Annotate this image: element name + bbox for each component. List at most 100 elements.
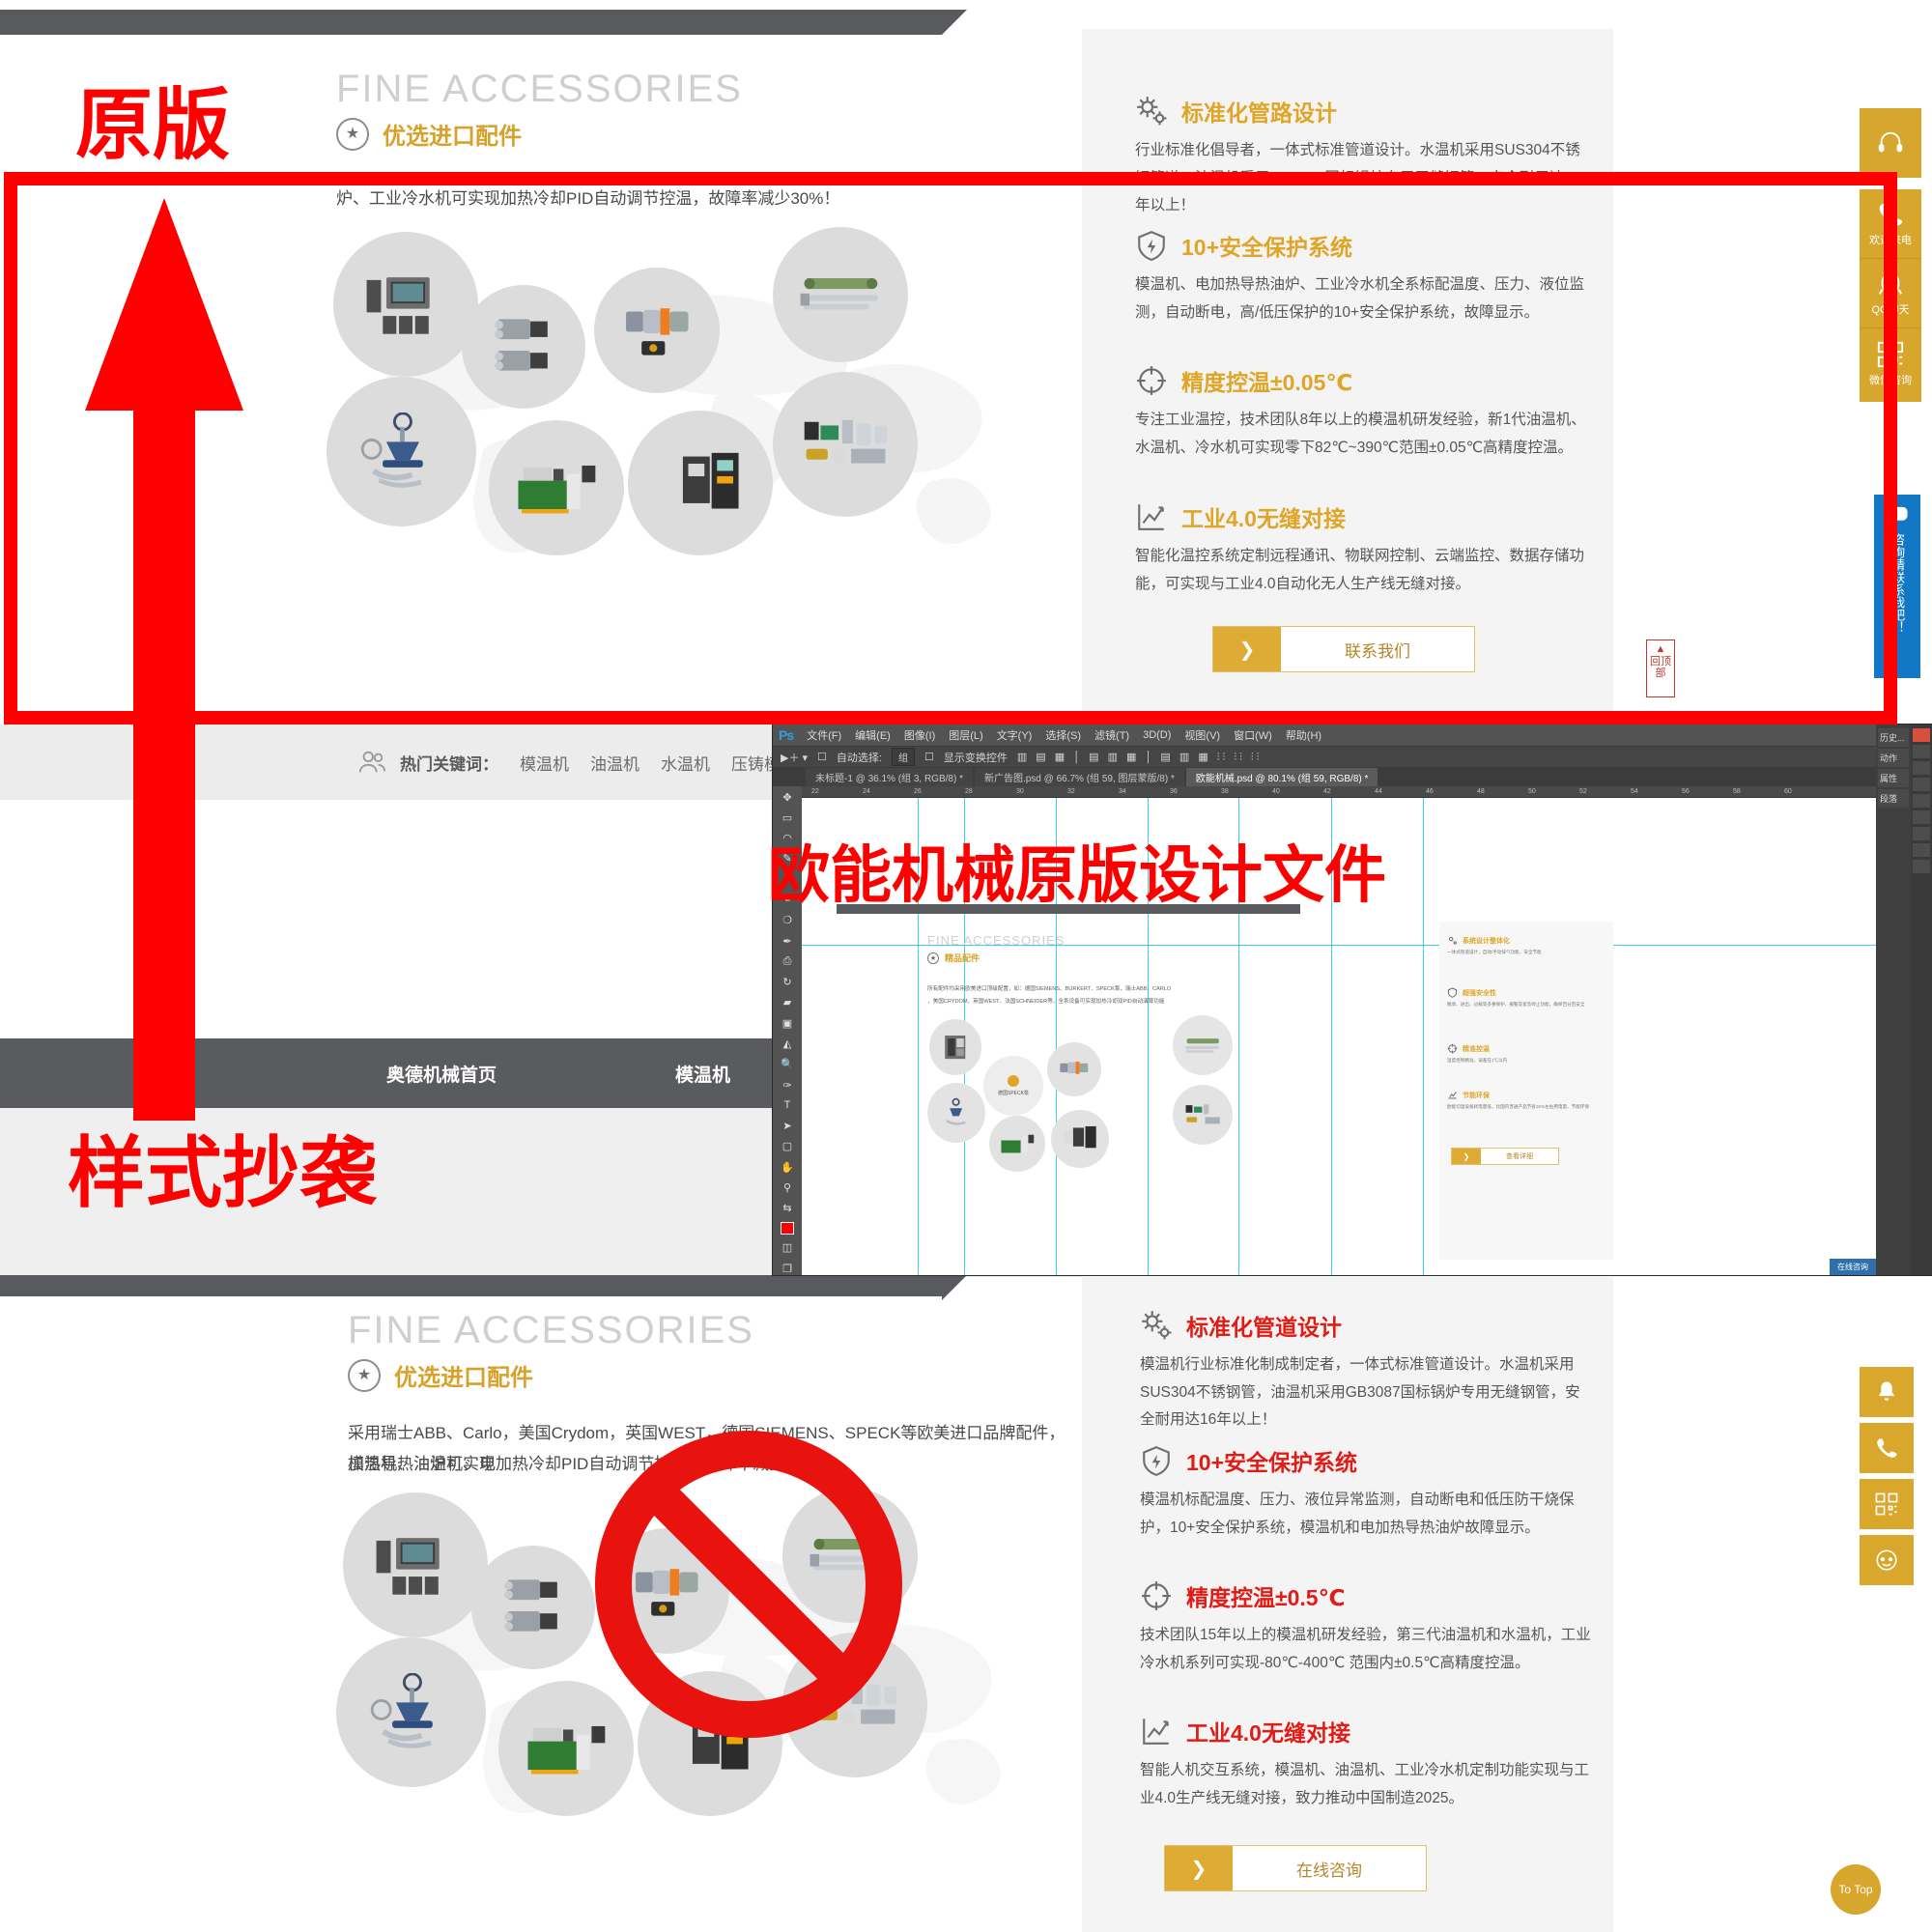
zoom-tool-icon[interactable]: ⚲ [779,1180,796,1194]
rail-swatch-6[interactable] [1913,810,1930,824]
show-transform-checkbox[interactable]: ☐ [924,751,934,763]
keyword-0[interactable]: 模温机 [520,751,569,775]
bottom-cta-arrow-icon: ❯ [1165,1846,1233,1890]
bottom-feature-1[interactable]: 标准化管道设计 模温机行业标准化制成制定者，一体式标准管道设计。水温机采用SUS… [1140,1309,1594,1435]
float-item-headset[interactable] [1860,108,1921,178]
keyword-2[interactable]: 水温机 [661,751,710,775]
psd-feature-2: 超强安全性 粮承、进出、过载等多重保护、报警及紧急停止功能，确保百分百安全 [1447,987,1611,1009]
doc-tab-1[interactable]: 新广告图.psd @ 66.7% (组 59, 图层蒙版/8) * [974,768,1184,786]
brush-tool-icon[interactable]: ✒ [779,934,796,948]
menu-3d[interactable]: 3D(D) [1143,729,1171,741]
rail-swatch-8[interactable] [1913,843,1930,857]
menu-select[interactable]: 选择(S) [1045,727,1081,743]
foreground-color-swatch[interactable] [781,1221,794,1235]
ruler-tick-9: 40 [1272,788,1280,795]
bottom-feature-3[interactable]: 精度控温±0.5℃ 技术团队15年以上的模温机研发经验，第三代油温机和水温机，工… [1140,1579,1594,1677]
rail-swatch-9[interactable] [1913,860,1930,873]
photoshop-window[interactable]: Ps 文件(F) 编辑(E) 图像(I) 图层(L) 文字(Y) 选择(S) 滤… [773,724,1932,1275]
menu-type[interactable]: 文字(Y) [997,727,1033,743]
shape-tool-icon[interactable]: ▢ [779,1140,796,1153]
bottom-feature-4[interactable]: 工业4.0无缝对接 智能人机交互系统，模温机、油温机、工业冷水机定制功能实现与工… [1140,1715,1594,1812]
history-brush-tool-icon[interactable]: ↻ [779,976,796,989]
float-qrcode-button[interactable] [1860,1479,1914,1529]
float-phone-button[interactable] [1860,1423,1914,1473]
eraser-tool-icon[interactable]: ▰ [779,996,796,1009]
hot-keywords-label: 热门关键词： [400,754,498,774]
nav-item-home[interactable]: 奥德机械首页 [386,1061,497,1087]
to-top-round-button[interactable]: To Top [1831,1864,1881,1915]
menu-layer[interactable]: 图层(L) [949,727,982,743]
menu-edit[interactable]: 编辑(E) [855,727,891,743]
float-bell-button[interactable] [1860,1367,1914,1417]
blur-tool-icon[interactable]: ◭ [779,1037,796,1050]
psd-bubble-circuit [989,1116,1045,1172]
dodge-tool-icon[interactable]: 🔍 [779,1058,796,1071]
menu-image[interactable]: 图像(I) [904,727,935,743]
photoshop-panel-rail[interactable] [1911,724,1932,1275]
bottom-star-icon: ★ [348,1358,381,1392]
rail-swatch-7[interactable] [1913,827,1930,840]
pen-tool-icon[interactable]: ✑ [779,1078,796,1092]
ruler-tick-7: 36 [1170,788,1178,795]
auto-select-value[interactable]: 组 [891,748,915,766]
photoshop-document-tabs[interactable]: 未标题-1 @ 36.1% (组 3, RGB/8) * 新广告图.psd @ … [773,767,1932,786]
screen-mode-icon[interactable]: ❐ [779,1262,796,1275]
quick-mask-icon[interactable]: ◫ [779,1241,796,1255]
hand-tool-icon[interactable]: ✋ [779,1160,796,1174]
ruler-tick-3: 28 [965,788,973,795]
bottom-float-widgets[interactable] [1860,1367,1914,1585]
ruler-tick-16: 54 [1631,788,1638,795]
star-icon: ★ [336,117,369,151]
align-icons-group[interactable]: ▥ ▤ ▦ │ ▤ ▥ ▦ │ ▤ ▥ ▦ ⫶⫶ ⫶⫶ ⫶⫶ [1017,751,1263,764]
marquee-tool-icon[interactable]: ▭ [779,810,796,824]
rail-swatch-3[interactable] [1913,761,1930,775]
show-transform-label: 显示变换控件 [943,752,1008,764]
bottom-feature-4-body: 智能人机交互系统，模温机、油温机、工业冷水机定制功能实现与工业4.0生产线无缝对… [1140,1762,1590,1806]
rail-swatch-4[interactable] [1913,778,1930,791]
photoshop-panel-dock[interactable]: 历史... 动作 属性 段落 [1876,724,1911,1275]
nav-item-mold-temp[interactable]: 模温机 [675,1061,730,1087]
move-tool-indicator[interactable]: ▶＋ ▾ [781,750,808,765]
bottom-feature-4-title: 工业4.0无缝对接 [1186,1720,1350,1746]
screenshot-stage: FINE ACCESSORIES ★ 优选进口配件 炉、工业冷水机可实现加热冷却… [0,0,1932,1932]
ruler-tick-1: 24 [863,788,870,795]
menu-window[interactable]: 窗口(W) [1234,727,1272,743]
photoshop-menubar[interactable]: Ps 文件(F) 编辑(E) 图像(I) 图层(L) 文字(Y) 选择(S) 滤… [773,724,1932,746]
rail-swatch-5[interactable] [1913,794,1930,808]
panel-history[interactable]: 历史... [1878,728,1909,747]
doc-tab-0[interactable]: 未标题-1 @ 36.1% (组 3, RGB/8) * [806,768,973,786]
auto-select-label: 自动选择: [836,752,882,764]
pump-pair-image-2 [504,1579,558,1632]
rail-color-swatch[interactable] [1913,728,1930,742]
psd-feature-2-body: 粮承、进出、过载等多重保护、报警及紧急停止功能，确保百分百安全 [1447,1002,1585,1007]
panel-actions[interactable]: 动作 [1878,749,1909,767]
swap-colors-icon[interactable]: ⇆ [779,1202,796,1215]
bottom-cta-button[interactable]: ❯ 在线咨询 [1164,1845,1427,1891]
float-headset-widget[interactable] [1860,108,1921,178]
panel-properties[interactable]: 属性 [1878,769,1909,787]
bottom-section-heading-group: FINE ACCESSORIES ★ 优选进口配件 [348,1309,754,1392]
type-tool-icon[interactable]: T [779,1098,796,1112]
menu-filter[interactable]: 滤镜(T) [1094,727,1129,743]
gradient-tool-icon[interactable]: ▣ [779,1016,796,1030]
bottom-feature-2[interactable]: 10+安全保护系统 模温机标配温度、压力、液位异常监测，自动断电和低压防干烧保护… [1140,1444,1594,1542]
psd-circuit-image [1001,1134,1035,1153]
keyword-1[interactable]: 油温机 [590,751,639,775]
menu-help[interactable]: 帮助(H) [1286,727,1321,743]
menu-view[interactable]: 视图(V) [1184,727,1220,743]
rail-swatch-2[interactable] [1913,745,1930,758]
bottom-cta-label: 在线咨询 [1233,1846,1426,1890]
photoshop-logo: Ps [779,727,794,743]
healing-brush-tool-icon[interactable]: ❍ [779,914,796,927]
move-tool-icon[interactable]: ✥ [779,790,796,804]
path-select-tool-icon[interactable]: ➤ [779,1120,796,1133]
ruler-tick-2: 26 [914,788,922,795]
photoshop-options-bar[interactable]: ▶＋ ▾ ☐ 自动选择: 组 ☐ 显示变换控件 ▥ ▤ ▦ │ ▤ ▥ ▦ │ … [773,746,1932,767]
doc-tab-2[interactable]: 欧能机械.psd @ 80.1% (组 59, RGB/8) * [1185,768,1378,786]
menu-file[interactable]: 文件(F) [807,727,841,743]
psd-feature-1-body: 一体式管道设计，自动/手动排气功能，安全节能 [1447,950,1542,954]
panel-paragraph[interactable]: 段落 [1878,789,1909,808]
float-chat-button[interactable] [1860,1535,1914,1585]
auto-select-checkbox[interactable]: ☐ [817,751,827,763]
clone-stamp-tool-icon[interactable]: ⎙ [779,954,796,968]
